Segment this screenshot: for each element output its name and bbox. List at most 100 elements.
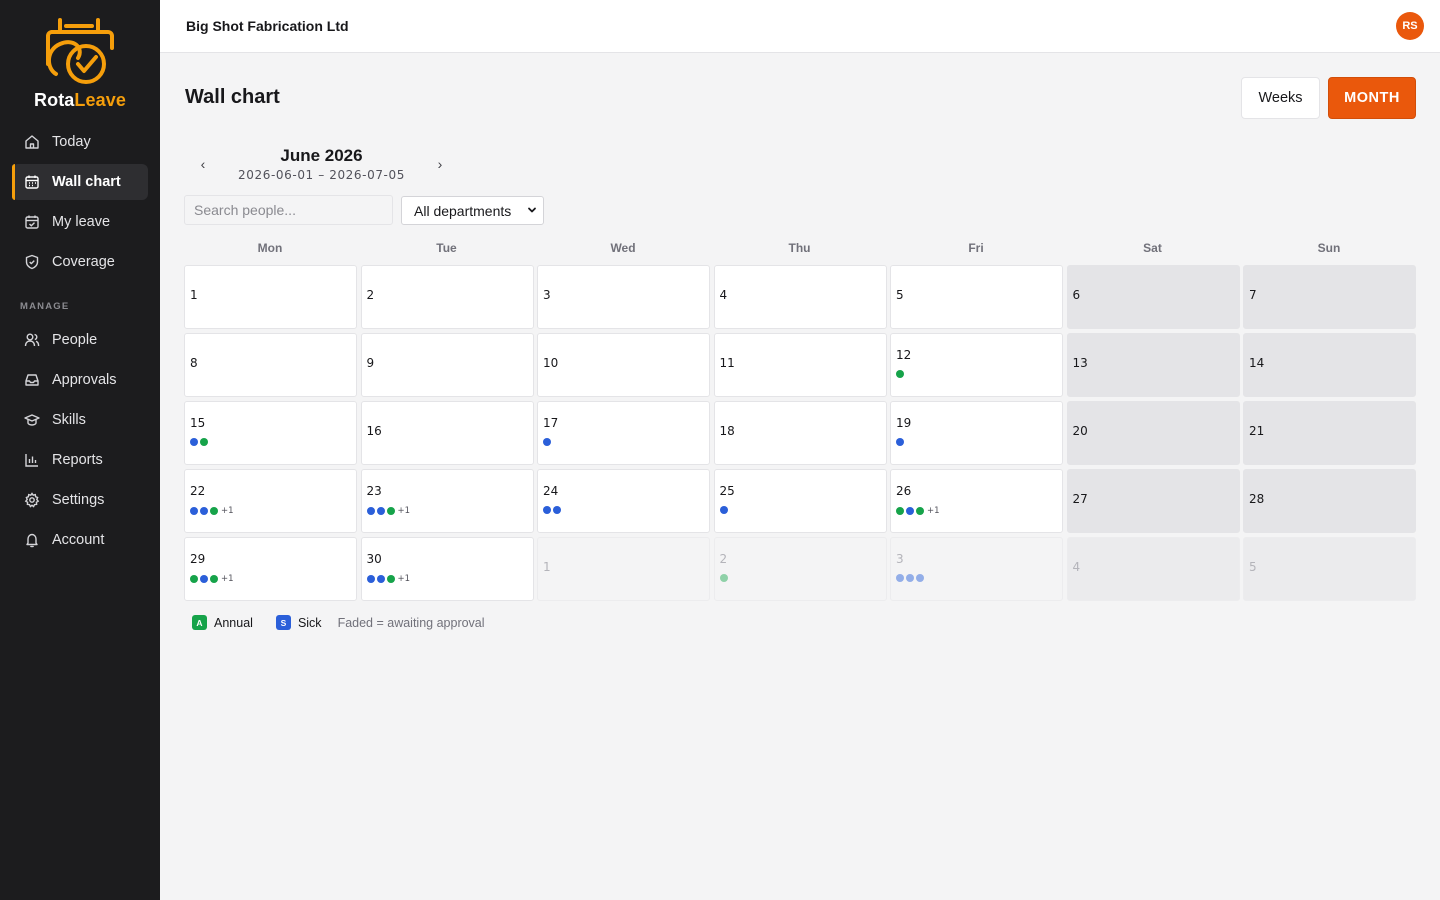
leave-indicators: +1: [366, 506, 411, 516]
weekday-label: Mon: [257, 241, 283, 255]
chevron-down-icon: [528, 207, 536, 213]
sick-leave-dot: [916, 574, 924, 582]
sidebar-item-settings[interactable]: Settings: [12, 482, 148, 518]
next-month-button[interactable]: ›: [430, 154, 450, 174]
sidebar-item-people[interactable]: People: [12, 322, 148, 358]
day-number: 19: [896, 416, 912, 430]
calendar-icon: [24, 174, 40, 190]
calendar-day-cell[interactable]: 16: [360, 401, 534, 465]
sidebar-item-account[interactable]: Account: [12, 522, 148, 558]
department-select[interactable]: All departments: [401, 196, 544, 225]
calendar-day-cell[interactable]: 25: [713, 469, 887, 533]
calendar-day-cell[interactable]: 13: [1066, 333, 1240, 397]
bar-chart-icon: [24, 452, 40, 468]
calendar-day-cell[interactable]: 1: [184, 265, 357, 329]
calendar-day-cell[interactable]: 22 +1: [184, 469, 357, 533]
sidebar-item-label: Coverage: [52, 254, 115, 270]
sidebar-item-approvals[interactable]: Approvals: [12, 362, 148, 398]
bell-icon: [24, 532, 40, 548]
day-number: 24: [543, 484, 559, 498]
calendar-day-cell[interactable]: 2: [360, 265, 534, 329]
sick-leave-dot: [906, 507, 914, 515]
calendar-check-icon: [24, 214, 40, 230]
calendar-day-cell[interactable]: 30 +1: [360, 537, 534, 601]
sidebar-item-label: People: [52, 332, 98, 348]
leave-indicators: +1: [190, 506, 234, 516]
sidebar-item-skills[interactable]: Skills: [12, 402, 148, 438]
legend-sick-label: Sick: [297, 615, 322, 630]
calendar-day-cell[interactable]: 2: [713, 537, 887, 601]
search-input[interactable]: [184, 195, 393, 225]
calendar-day-cell[interactable]: 8: [184, 333, 357, 397]
app-name: RotaLeave: [34, 90, 126, 110]
users-icon: [24, 332, 40, 348]
calendar-day-cell[interactable]: 6: [1066, 265, 1240, 329]
calendar-day-cell[interactable]: 4: [1066, 537, 1240, 601]
calendar-day-cell[interactable]: 1: [537, 537, 710, 601]
calendar-day-cell[interactable]: 11: [713, 333, 887, 397]
sick-leave-dot: [553, 506, 561, 514]
day-number: 4: [719, 288, 728, 302]
app-logo[interactable]: RotaLeave: [0, 8, 160, 112]
month-view-button[interactable]: MONTH: [1328, 77, 1416, 119]
calendar-day-cell[interactable]: 24: [537, 469, 710, 533]
company-name: Big Shot Fabrication Ltd: [186, 18, 349, 34]
leave-indicators: [543, 506, 563, 514]
sidebar-item-reports[interactable]: Reports: [12, 442, 148, 478]
calendar-day-cell[interactable]: 21: [1243, 401, 1416, 465]
calendar-day-cell[interactable]: 23 +1: [360, 469, 534, 533]
leave-indicators: [543, 438, 553, 446]
calendar-day-cell[interactable]: 26 +1: [890, 469, 1063, 533]
more-count: +1: [397, 506, 411, 516]
calendar-day-cell[interactable]: 29 +1: [184, 537, 357, 601]
previous-month-button[interactable]: ‹: [193, 154, 213, 174]
more-count: +1: [221, 574, 234, 584]
day-number: 23: [366, 484, 382, 498]
calendar-day-cell[interactable]: 4: [713, 265, 887, 329]
sidebar-item-today[interactable]: Today: [12, 124, 148, 160]
calendar-day-cell[interactable]: 3: [890, 537, 1063, 601]
calendar-day-cell[interactable]: 12: [890, 333, 1063, 397]
calendar-day-cell[interactable]: 7: [1243, 265, 1416, 329]
day-number: 6: [1072, 288, 1081, 302]
calendar-day-cell[interactable]: 5: [890, 265, 1063, 329]
calendar-day-cell[interactable]: 15: [184, 401, 357, 465]
sick-leave-dot: [719, 506, 728, 514]
day-number: 3: [896, 552, 904, 566]
calendar-day-cell[interactable]: 28: [1243, 469, 1416, 533]
sidebar-item-coverage[interactable]: Coverage: [12, 244, 148, 280]
calendar-day-cell[interactable]: 3: [537, 265, 710, 329]
day-number: 3: [543, 288, 551, 302]
weeks-view-button[interactable]: Weeks: [1241, 77, 1320, 119]
weekday-header: Mon Tue Wed Thu Fri Sat Sun: [184, 241, 1416, 257]
day-number: 1: [190, 288, 198, 302]
sick-leave-dot: [376, 507, 385, 515]
legend: A Annual S Sick Faded = awaiting approva…: [192, 615, 485, 630]
sick-leave-dot: [896, 438, 904, 446]
calendar-day-cell[interactable]: 27: [1066, 469, 1240, 533]
day-number: 21: [1249, 424, 1265, 438]
calendar-day-cell[interactable]: 19: [890, 401, 1063, 465]
sidebar-item-label: Account: [52, 532, 105, 548]
calendar-day-cell[interactable]: 5: [1243, 537, 1416, 601]
logo-icon: [46, 18, 114, 84]
calendar-day-cell[interactable]: 10: [537, 333, 710, 397]
sidebar-item-label: Settings: [52, 492, 105, 508]
calendar-day-cell[interactable]: 20: [1066, 401, 1240, 465]
annual-leave-dot: [896, 507, 904, 515]
sick-leave-dot: [190, 507, 198, 515]
annual-leave-dot: [896, 370, 904, 378]
sidebar-item-my-leave[interactable]: My leave: [12, 204, 148, 240]
graduation-cap-icon: [24, 412, 40, 428]
calendar-day-cell[interactable]: 9: [360, 333, 534, 397]
calendar-day-cell[interactable]: 17: [537, 401, 710, 465]
leave-indicators: +1: [366, 574, 410, 584]
avatar[interactable]: RS: [1396, 12, 1424, 40]
day-number: 30: [366, 552, 382, 566]
more-count: +1: [221, 506, 234, 516]
calendar-day-cell[interactable]: 14: [1243, 333, 1416, 397]
calendar-day-cell[interactable]: 18: [713, 401, 887, 465]
sidebar-item-wall-chart[interactable]: Wall chart: [12, 164, 148, 200]
legend-annual: A Annual: [192, 615, 253, 630]
sick-leave-dot: [896, 574, 904, 582]
